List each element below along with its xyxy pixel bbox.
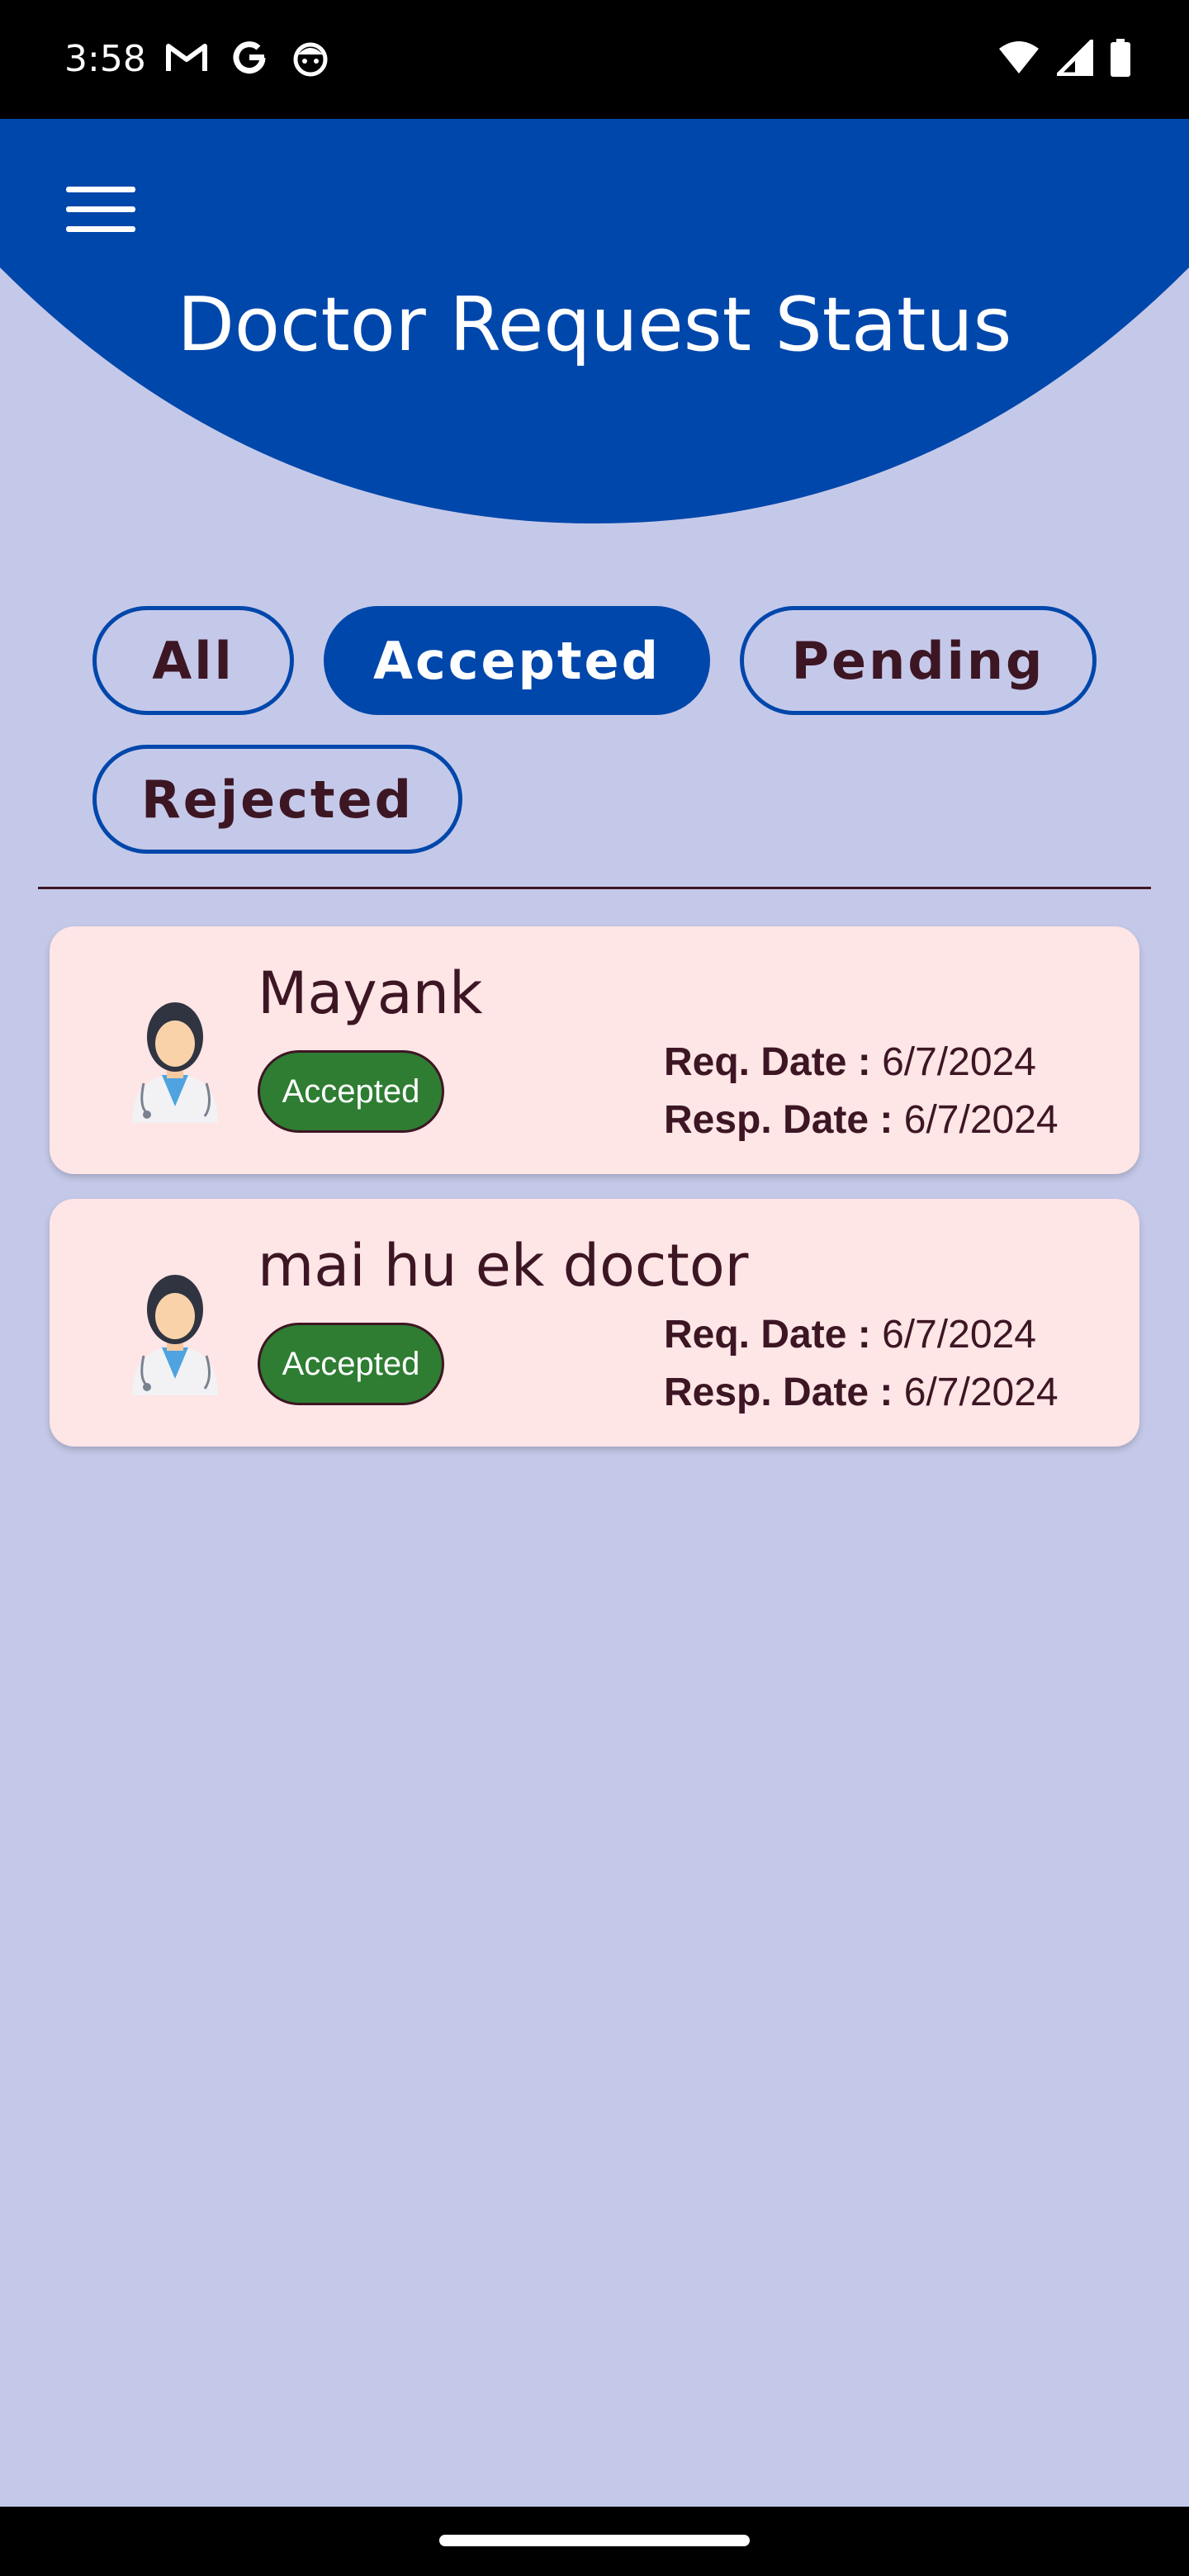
request-dates: Req. Date : 6/7/2024 Resp. Date : 6/7/20… [664,1034,1126,1149]
doctor-avatar-icon [101,1257,249,1397]
response-date-row: Resp. Date : 6/7/2024 [664,1091,1126,1149]
filter-chip-all[interactable]: All [92,606,294,715]
request-date-value: 6/7/2024 [882,1313,1036,1357]
doctor-avatar-icon [101,984,249,1125]
status-badge: Accepted [258,1323,444,1405]
request-date-row: Req. Date : 6/7/2024 [664,1306,1126,1364]
response-date-label: Resp. Date : [664,1371,893,1414]
status-time: 3:58 [64,38,146,80]
request-date-value: 6/7/2024 [882,1040,1036,1084]
response-date-value: 6/7/2024 [903,1098,1059,1142]
request-dates: Req. Date : 6/7/2024 Resp. Date : 6/7/20… [664,1306,1126,1422]
battery-icon [1110,38,1131,81]
google-icon [230,38,269,82]
response-date-row: Resp. Date : 6/7/2024 [664,1364,1126,1422]
filter-chip-rejected[interactable]: Rejected [92,745,462,854]
response-date-value: 6/7/2024 [903,1371,1059,1414]
wifi-icon [997,40,1040,79]
gmail-icon [165,41,208,78]
navigation-bar [0,2507,1189,2576]
signal-icon [1056,39,1094,80]
face-icon [291,38,330,82]
request-card[interactable]: Mayank Accepted Req. Date : 6/7/2024 Res… [50,926,1139,1174]
request-card[interactable]: mai hu ek doctor Accepted Req. Date : 6/… [50,1199,1139,1447]
system-icons [997,35,1131,84]
notification-icons [165,35,330,84]
status-badge: Accepted [258,1050,444,1133]
header: Doctor Request Status [0,119,1189,532]
response-date-label: Resp. Date : [664,1098,893,1142]
doctor-name: mai hu ek doctor [258,1232,749,1300]
status-bar: 3:58 [0,0,1189,119]
doctor-name: Mayank [258,959,483,1027]
page-title: Doctor Request Status [177,282,1012,368]
request-date-row: Req. Date : 6/7/2024 [664,1034,1126,1091]
request-date-label: Req. Date : [664,1313,871,1357]
menu-icon [66,186,135,237]
divider [38,887,1151,889]
menu-button[interactable] [58,168,144,254]
home-gesture-handle[interactable] [439,2535,750,2546]
filter-chip-pending[interactable]: Pending [740,606,1097,715]
request-date-label: Req. Date : [664,1040,871,1084]
filter-chip-accepted[interactable]: Accepted [324,606,710,715]
